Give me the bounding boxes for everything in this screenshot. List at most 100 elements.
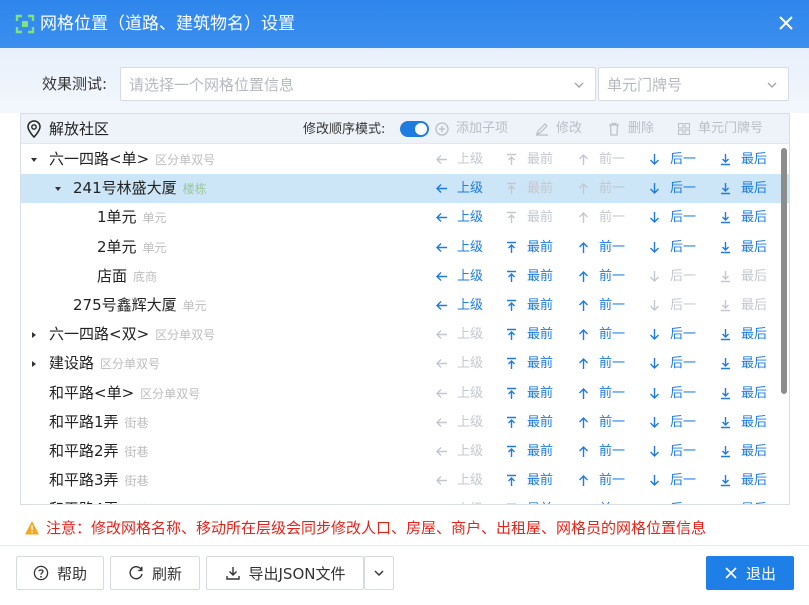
up-level-button[interactable]: 上级: [435, 385, 483, 402]
move-next-button[interactable]: 后一: [648, 355, 696, 372]
move-prev-button[interactable]: 前一: [577, 443, 625, 460]
unit-number-select[interactable]: 单元门牌号: [598, 67, 789, 101]
move-prev-button[interactable]: 前一: [577, 239, 625, 256]
move-prev-button[interactable]: 前一: [577, 355, 625, 372]
tree-row[interactable]: 和平路<单> 区分单双号 上级 最前 前一 后一 最后: [21, 379, 789, 408]
unit-number-button[interactable]: 单元门牌号: [677, 121, 763, 137]
close-icon[interactable]: [775, 12, 797, 34]
tree-node-name[interactable]: 241号林盛大厦 楼栋: [73, 179, 207, 199]
move-first-button[interactable]: 最前: [505, 414, 553, 431]
tree-row[interactable]: 和平路2弄 街巷 上级 最前 前一 后一 最后: [21, 437, 789, 466]
move-next-button[interactable]: 后一: [648, 180, 696, 197]
tree-node-name[interactable]: 六一四路<双> 区分单双号: [49, 325, 215, 345]
move-last-button[interactable]: 最后: [719, 414, 767, 431]
move-first-button[interactable]: 最前: [505, 355, 553, 372]
refresh-button[interactable]: 刷新: [110, 556, 200, 590]
move-next-button[interactable]: 后一: [648, 268, 696, 285]
export-json-button[interactable]: 导出JSON文件: [206, 556, 364, 590]
tree-node-name[interactable]: 2单元 单元: [97, 238, 167, 258]
delete-button[interactable]: 删除: [607, 121, 654, 137]
move-next-button[interactable]: 后一: [648, 297, 696, 314]
move-next-button[interactable]: 后一: [648, 472, 696, 489]
tree-node-name[interactable]: 和平路1弄 街巷: [49, 413, 149, 433]
move-next-button[interactable]: 后一: [648, 209, 696, 226]
tree-node-name[interactable]: 275号鑫辉大厦 单元: [73, 296, 207, 316]
move-last-button[interactable]: 最后: [719, 180, 767, 197]
move-prev-button[interactable]: 前一: [577, 209, 625, 226]
up-level-button[interactable]: 上级: [435, 414, 483, 431]
move-first-button[interactable]: 最前: [505, 501, 553, 504]
move-next-button[interactable]: 后一: [648, 326, 696, 343]
tree-node-name[interactable]: 建设路 区分单双号: [49, 354, 160, 374]
caret-down-icon[interactable]: [30, 156, 38, 164]
tree-root-label[interactable]: 解放社区: [49, 120, 109, 138]
tree-node-name[interactable]: 和平路3弄 街巷: [49, 471, 149, 491]
move-next-button[interactable]: 后一: [648, 239, 696, 256]
move-last-button[interactable]: 最后: [719, 443, 767, 460]
caret-down-icon[interactable]: [54, 185, 62, 193]
move-first-button[interactable]: 最前: [505, 443, 553, 460]
move-prev-button[interactable]: 前一: [577, 180, 625, 197]
help-button[interactable]: 帮助: [16, 556, 104, 590]
move-next-button[interactable]: 后一: [648, 385, 696, 402]
up-level-button[interactable]: 上级: [435, 209, 483, 226]
move-last-button[interactable]: 最后: [719, 268, 767, 285]
move-last-button[interactable]: 最后: [719, 472, 767, 489]
move-prev-button[interactable]: 前一: [577, 414, 625, 431]
move-first-button[interactable]: 最前: [505, 209, 553, 226]
tree-row[interactable]: 和平路1弄 街巷 上级 最前 前一 后一 最后: [21, 408, 789, 437]
move-last-button[interactable]: 最后: [719, 297, 767, 314]
tree-node-name[interactable]: 店面 底商: [97, 267, 157, 287]
up-level-button[interactable]: 上级: [435, 268, 483, 285]
tree-row[interactable]: 六一四路<单> 区分单双号 上级 最前 前一 后一 最后: [21, 145, 789, 174]
move-prev-button[interactable]: 前一: [577, 472, 625, 489]
move-first-button[interactable]: 最前: [505, 239, 553, 256]
move-first-button[interactable]: 最前: [505, 297, 553, 314]
move-prev-button[interactable]: 前一: [577, 151, 625, 168]
tree-node-name[interactable]: 1单元 单元: [97, 208, 167, 228]
move-last-button[interactable]: 最后: [719, 501, 767, 504]
tree-row[interactable]: 建设路 区分单双号 上级 最前 前一 后一 最后: [21, 349, 789, 378]
move-prev-button[interactable]: 前一: [577, 501, 625, 504]
move-prev-button[interactable]: 前一: [577, 385, 625, 402]
move-prev-button[interactable]: 前一: [577, 268, 625, 285]
move-last-button[interactable]: 最后: [719, 209, 767, 226]
up-level-button[interactable]: 上级: [435, 501, 483, 504]
move-first-button[interactable]: 最前: [505, 151, 553, 168]
up-level-button[interactable]: 上级: [435, 472, 483, 489]
caret-right-icon[interactable]: [30, 331, 38, 339]
tree-row[interactable]: 店面 底商 上级 最前 前一 后一 最后: [21, 262, 789, 291]
tree-node-name[interactable]: 六一四路<单> 区分单双号: [49, 150, 215, 170]
tree-row[interactable]: 六一四路<双> 区分单双号 上级 最前 前一 后一 最后: [21, 320, 789, 349]
up-level-button[interactable]: 上级: [435, 326, 483, 343]
tree-row[interactable]: 241号林盛大厦 楼栋 上级 最前 前一 后一 最后: [21, 174, 789, 204]
tree-row[interactable]: 2单元 单元 上级 最前 前一 后一 最后: [21, 233, 789, 262]
move-prev-button[interactable]: 前一: [577, 297, 625, 314]
tree-scrollbar[interactable]: [780, 144, 788, 504]
up-level-button[interactable]: 上级: [435, 151, 483, 168]
move-first-button[interactable]: 最前: [505, 472, 553, 489]
move-first-button[interactable]: 最前: [505, 180, 553, 197]
scrollbar-thumb[interactable]: [781, 148, 787, 394]
move-last-button[interactable]: 最后: [719, 239, 767, 256]
move-last-button[interactable]: 最后: [719, 385, 767, 402]
move-last-button[interactable]: 最后: [719, 151, 767, 168]
move-first-button[interactable]: 最前: [505, 268, 553, 285]
tree-row[interactable]: 275号鑫辉大厦 单元 上级 最前 前一 后一 最后: [21, 291, 789, 320]
up-level-button[interactable]: 上级: [435, 239, 483, 256]
exit-button[interactable]: 退出: [706, 556, 794, 590]
tree-node-name[interactable]: 和平路2弄 街巷: [49, 442, 149, 462]
export-menu-button[interactable]: [364, 556, 394, 590]
move-last-button[interactable]: 最后: [719, 326, 767, 343]
move-next-button[interactable]: 后一: [648, 501, 696, 504]
up-level-button[interactable]: 上级: [435, 355, 483, 372]
move-next-button[interactable]: 后一: [648, 151, 696, 168]
move-next-button[interactable]: 后一: [648, 443, 696, 460]
move-first-button[interactable]: 最前: [505, 385, 553, 402]
up-level-button[interactable]: 上级: [435, 297, 483, 314]
move-prev-button[interactable]: 前一: [577, 326, 625, 343]
reorder-mode-toggle[interactable]: [400, 121, 429, 137]
tree-row[interactable]: 和平路3弄 街巷 上级 最前 前一 后一 最后: [21, 466, 789, 495]
move-last-button[interactable]: 最后: [719, 355, 767, 372]
tree-node-name[interactable]: 和平路4弄街巷: [49, 500, 149, 504]
